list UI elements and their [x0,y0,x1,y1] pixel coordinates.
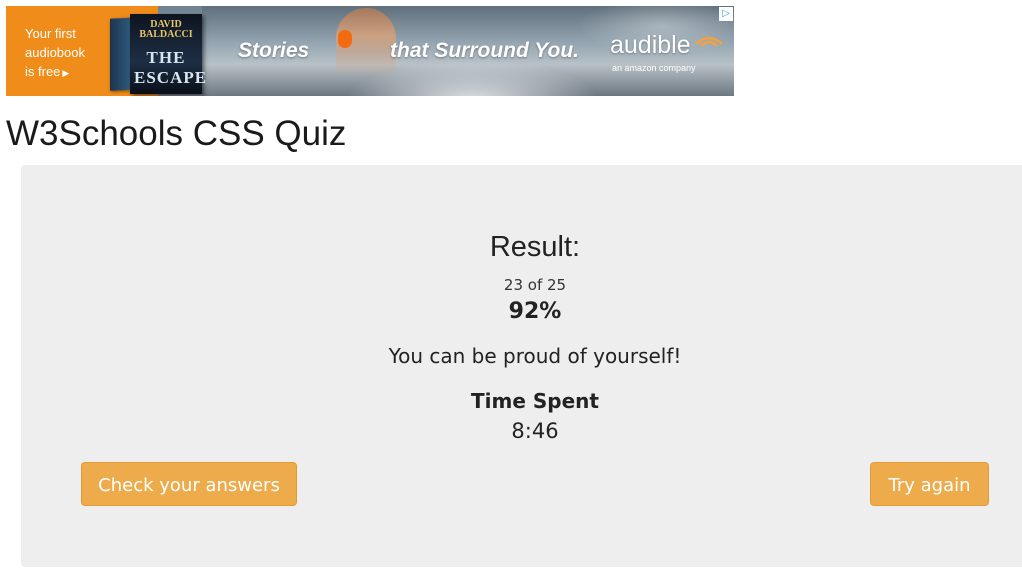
book-title: THE ESCAPE [134,48,208,87]
score-percent: 92% [508,299,562,324]
book-author: BALDACCI [139,29,193,40]
audible-logo: audible [610,31,691,59]
time-spent-value: 8:46 [511,419,559,443]
audible-wave-icon [695,36,723,47]
ad-tagline: Stories [238,39,310,62]
ad-cta-text[interactable]: Your first audiobook is free ▶ [25,24,85,83]
book-cover-image: DAVID BALDACCI THE ESCAPE [130,14,208,94]
adchoices-icon[interactable]: ▷ [719,7,733,21]
audible-subtitle: an amazon company [612,63,696,73]
ad-cta-line: Your first [25,26,76,41]
score-text: 23 of 25 [503,276,567,294]
play-arrow-icon: ▶ [62,68,70,78]
headphones-icon [338,30,352,48]
ad-cta-line: is free [25,64,61,79]
ad-cta-line: audiobook [25,45,85,60]
result-heading: Result: [489,231,581,263]
try-again-button[interactable]: Try again [870,462,989,506]
ad-banner[interactable]: Your first audiobook is free ▶ DAVID BALD… [6,6,734,96]
time-spent-label: Time Spent [471,389,599,413]
ad-tagline: that Surround You. [390,39,579,62]
result-panel: Result: 23 of 25 92% You can be proud of… [21,165,1022,567]
page-title: W3Schools CSS Quiz [6,114,347,153]
check-answers-button[interactable]: Check your answers [81,462,297,506]
result-message: You can be proud of yourself! [388,344,682,368]
